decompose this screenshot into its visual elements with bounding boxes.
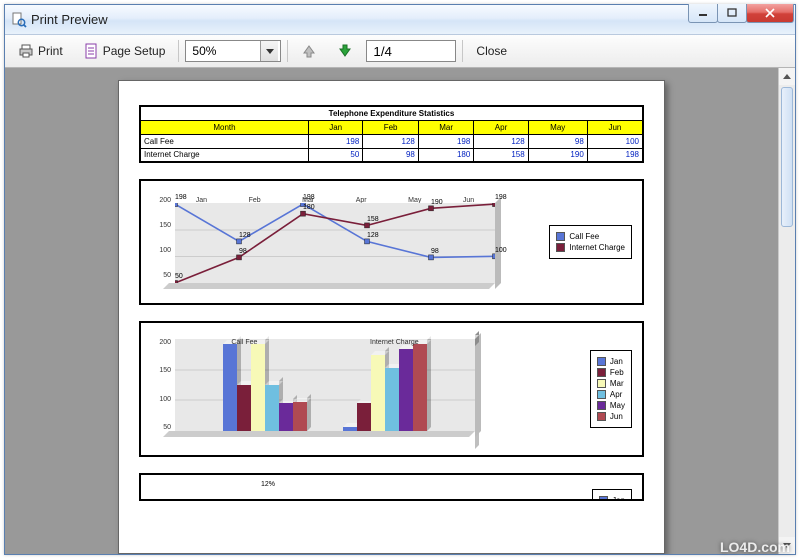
cell: 98 [528, 134, 587, 148]
line-chart: 20015010050 1981281981289810050981801581… [139, 179, 644, 305]
data-labels: 198128198128981005098180158190198 [175, 203, 495, 283]
print-button[interactable]: Print [11, 40, 70, 62]
preview-viewport[interactable]: Telephone Expenditure Statistics Month J… [5, 68, 778, 554]
statistics-table: Telephone Expenditure Statistics Month J… [139, 105, 644, 163]
zoom-value: 50% [192, 44, 216, 58]
column-header: Feb [363, 120, 419, 134]
cell: 198 [308, 134, 362, 148]
close-label: Close [476, 44, 507, 58]
toolbar: Print Page Setup 50% [5, 35, 795, 68]
legend-label: Internet Charge [569, 243, 625, 252]
print-label: Print [38, 44, 63, 58]
chevron-down-icon [260, 41, 278, 61]
arrow-up-icon [301, 43, 317, 59]
close-preview-button[interactable]: Close [469, 41, 514, 61]
table-row: Call Fee 198 128 198 128 98 100 [140, 134, 643, 148]
legend-swatch [556, 232, 565, 241]
cell: 198 [587, 148, 643, 162]
row-label: Call Fee [140, 134, 308, 148]
y-axis: 20015010050 [149, 339, 171, 431]
column-header: Month [140, 120, 308, 134]
maximize-button[interactable] [717, 4, 747, 23]
plot-background [175, 339, 475, 431]
cell: 180 [418, 148, 473, 162]
legend-label: Jan [612, 496, 625, 501]
cell: 128 [363, 134, 419, 148]
bar-chart-legend: JanFebMarAprMayJun [590, 350, 632, 428]
page-setup-label: Page Setup [103, 44, 166, 58]
toolbar-separator [287, 40, 288, 62]
bar-chart: 20015010050 Call FeeInternet Charge JanF… [139, 321, 644, 457]
line-plot-area: 20015010050 1981281981289810050981801581… [175, 197, 495, 297]
table-row: Internet Charge 50 98 180 158 190 198 [140, 148, 643, 162]
cell: 50 [308, 148, 362, 162]
scroll-up-icon[interactable] [779, 68, 795, 85]
data-label: 12% [261, 481, 275, 488]
row-label: Internet Charge [140, 148, 308, 162]
line-chart-legend: Call Fee Internet Charge [549, 225, 632, 259]
next-page-button[interactable] [330, 40, 360, 62]
column-header: Mar [418, 120, 473, 134]
legend-swatch [556, 243, 565, 252]
cell: 128 [474, 134, 528, 148]
window-title: Print Preview [31, 12, 689, 27]
zoom-combo[interactable]: 50% [185, 40, 281, 62]
bars-wrap [175, 339, 475, 431]
scroll-track[interactable] [779, 85, 795, 537]
y-axis: 20015010050 [149, 197, 171, 279]
cell: 198 [418, 134, 473, 148]
print-preview-window: Print Preview Print [4, 4, 796, 555]
arrow-down-icon [337, 43, 353, 59]
magnifier-page-icon [11, 12, 27, 28]
watermark-text: LO4D.com [720, 539, 790, 555]
page-indicator-input[interactable] [366, 40, 456, 62]
preview-content: Telephone Expenditure Statistics Month J… [5, 68, 795, 554]
x-axis: Call FeeInternet Charge [175, 339, 475, 346]
column-header: Jan [308, 120, 362, 134]
partial-chart-legend: Jan [592, 489, 632, 501]
scroll-thumb[interactable] [781, 87, 793, 227]
cell: 100 [587, 134, 643, 148]
vertical-scrollbar[interactable] [778, 68, 795, 554]
toolbar-separator [462, 40, 463, 62]
prev-page-button[interactable] [294, 40, 324, 62]
cell: 190 [528, 148, 587, 162]
table-header-row: Month Jan Feb Mar Apr May Jun [140, 120, 643, 134]
bar-plot-area: 20015010050 Call FeeInternet Charge [175, 339, 475, 449]
column-header: Jun [587, 120, 643, 134]
cell: 158 [474, 148, 528, 162]
minimize-button[interactable] [688, 4, 718, 23]
partial-chart: 12% Jan [139, 473, 644, 501]
toolbar-separator [178, 40, 179, 62]
legend-label: Call Fee [569, 232, 599, 241]
preview-page: Telephone Expenditure Statistics Month J… [118, 80, 665, 554]
page-setup-icon [83, 43, 99, 59]
printer-icon [18, 43, 34, 59]
close-button[interactable] [746, 4, 794, 23]
table-title: Telephone Expenditure Statistics [140, 106, 643, 120]
column-header: May [528, 120, 587, 134]
titlebar: Print Preview [5, 5, 795, 35]
column-header: Apr [474, 120, 528, 134]
legend-swatch [599, 496, 608, 501]
page-setup-button[interactable]: Page Setup [76, 40, 173, 62]
cell: 98 [363, 148, 419, 162]
